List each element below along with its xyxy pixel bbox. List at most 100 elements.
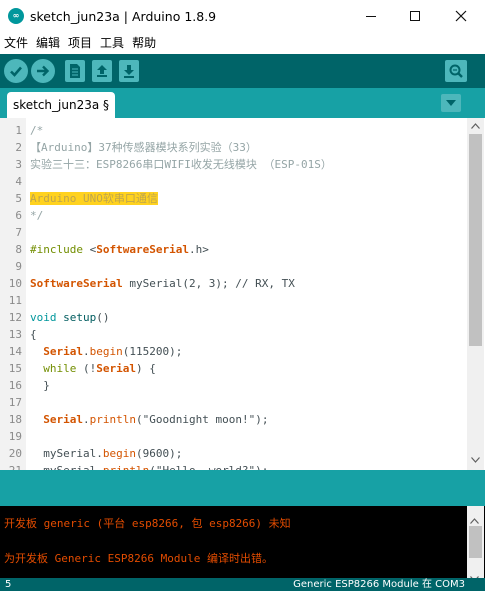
code-token: .h> [188, 243, 209, 256]
code-line: mySerial.begin(9600); [30, 445, 182, 462]
serial-monitor-button[interactable] [445, 60, 467, 82]
code-token: mySerial(2, 3); // RX, TX [122, 277, 295, 290]
code-token: Serial [96, 362, 136, 375]
console-line: 开发板 generic (平台 esp8266, 包 esp8266) 未知 [4, 517, 291, 530]
close-icon [455, 10, 467, 22]
maximize-button[interactable] [392, 0, 438, 32]
minimize-icon [366, 15, 376, 17]
editor-scrollbar[interactable] [467, 118, 484, 470]
code-line: /* [30, 122, 43, 139]
code-token: ) { [136, 362, 156, 375]
code-token: 【Arduino】37种传感器模块系列实验（33） [30, 141, 257, 154]
line-number: 7 [15, 226, 22, 239]
menu-help[interactable]: 帮助 [128, 32, 160, 54]
line-number: 17 [8, 396, 22, 409]
code-line: { [30, 326, 37, 343]
line-number: 11 [8, 294, 22, 307]
board-port-label: Generic ESP8266 Module 在 COM3 [293, 579, 465, 590]
code-line: void setup() [30, 309, 110, 326]
code-line: Serial.begin(115200); [30, 343, 182, 360]
arduino-logo-icon: ∞ [8, 8, 24, 24]
scroll-up-icon[interactable] [470, 120, 481, 132]
upload-button[interactable] [31, 59, 55, 83]
code-token: begin [89, 345, 123, 358]
code-line: */ [30, 207, 43, 224]
code-token: SoftwareSerial [96, 243, 189, 256]
chevron-down-icon [446, 100, 456, 106]
line-number: 2 [15, 141, 22, 154]
console-scrollbar[interactable] [467, 506, 484, 582]
code-line: #include <SoftwareSerial.h> [30, 241, 209, 258]
code-token: 实验三十三：ESP8266串口WIFI收发无线模块 （ESP-01S） [30, 158, 332, 171]
code-line: Arduino UNO软串口通信 [30, 190, 158, 207]
menu-sketch[interactable]: 项目 [64, 32, 96, 54]
verify-button[interactable] [4, 59, 28, 83]
code-token: Serial [43, 345, 83, 358]
menu-file[interactable]: 文件 [0, 32, 32, 54]
tab-sketch[interactable]: sketch_jun23a § [7, 92, 115, 118]
code-editor[interactable]: 1 /* 2 【Arduino】37种传感器模块系列实验（33） 3 实验三十三：ESP8… [0, 118, 485, 470]
new-icon [70, 64, 80, 78]
line-number: 3 [15, 158, 22, 171]
code-line: SoftwareSerial mySerial(2, 3); // RX, TX [30, 275, 295, 292]
line-number: 21 [0, 462, 22, 470]
minimize-button[interactable] [348, 0, 394, 32]
code-line: 实验三十三：ESP8266串口WIFI收发无线模块 （ESP-01S） [30, 156, 332, 173]
line-number: 19 [8, 430, 22, 443]
line-number: 14 [8, 345, 22, 358]
line-number: 16 [8, 379, 22, 392]
code-token: Serial [43, 413, 83, 426]
code-token: (9600); [135, 447, 183, 460]
code-token: */ [30, 209, 44, 222]
code-token: (! [76, 362, 97, 375]
line-number: 5 [15, 192, 22, 205]
code-token: SoftwareSerial [30, 277, 123, 290]
new-button[interactable] [65, 60, 85, 82]
line-number: 18 [8, 413, 22, 426]
menu-bar: 文件 编辑 项目 工具 帮助 [0, 32, 485, 54]
console-scroll-thumb[interactable] [469, 526, 482, 558]
maximize-icon [410, 11, 420, 21]
toolbar [0, 54, 485, 88]
code-token: . [83, 413, 90, 426]
code-token: mySerial. [30, 447, 103, 460]
code-token: < [82, 243, 97, 256]
code-line: } [30, 377, 50, 394]
current-line-number: 5 [5, 579, 12, 590]
line-number: 8 [15, 243, 22, 256]
menu-tools[interactable]: 工具 [96, 32, 128, 54]
console-output: 开发板 generic (平台 esp8266, 包 esp8266) 未知 为… [0, 506, 485, 578]
code-token: setup [63, 311, 97, 324]
code-line: Serial.println("Goodnight moon!"); [30, 411, 268, 428]
code-token: begin [102, 447, 136, 460]
code-token: println [89, 413, 136, 426]
code-token: () [96, 311, 110, 324]
line-number: 4 [15, 175, 22, 188]
code-token: while [43, 362, 77, 375]
code-token: { [30, 328, 37, 341]
window-title: sketch_jun23a | Arduino 1.8.9 [30, 8, 217, 24]
upload-icon [37, 65, 50, 77]
console-line: 为开发板 Generic ESP8266 Module 编译时出错。 [4, 552, 273, 565]
status-bar: 5 Generic ESP8266 Module 在 COM3 [0, 578, 485, 591]
line-number: 6 [15, 209, 22, 222]
code-token: Arduino UNO软串口通信 [30, 192, 158, 205]
save-button[interactable] [119, 60, 139, 82]
line-number: 10 [8, 277, 22, 290]
editor-scroll-thumb[interactable] [469, 134, 482, 346]
code-token: ("Goodnight moon!"); [135, 413, 269, 426]
tab-menu-button[interactable] [441, 94, 461, 112]
line-number: 12 [8, 311, 22, 324]
line-number: 9 [15, 260, 22, 273]
code-line: while (!Serial) { [30, 360, 156, 377]
scroll-down-icon[interactable] [470, 454, 481, 466]
code-token: void [30, 311, 57, 324]
serial-monitor-icon [449, 64, 463, 78]
message-strip [0, 470, 485, 506]
menu-edit[interactable]: 编辑 [32, 32, 64, 54]
code-token: (115200); [122, 345, 183, 358]
close-button[interactable] [438, 0, 484, 32]
code-line: mySerial.println("Hello, world?"); [30, 462, 268, 470]
open-button[interactable] [92, 60, 112, 82]
